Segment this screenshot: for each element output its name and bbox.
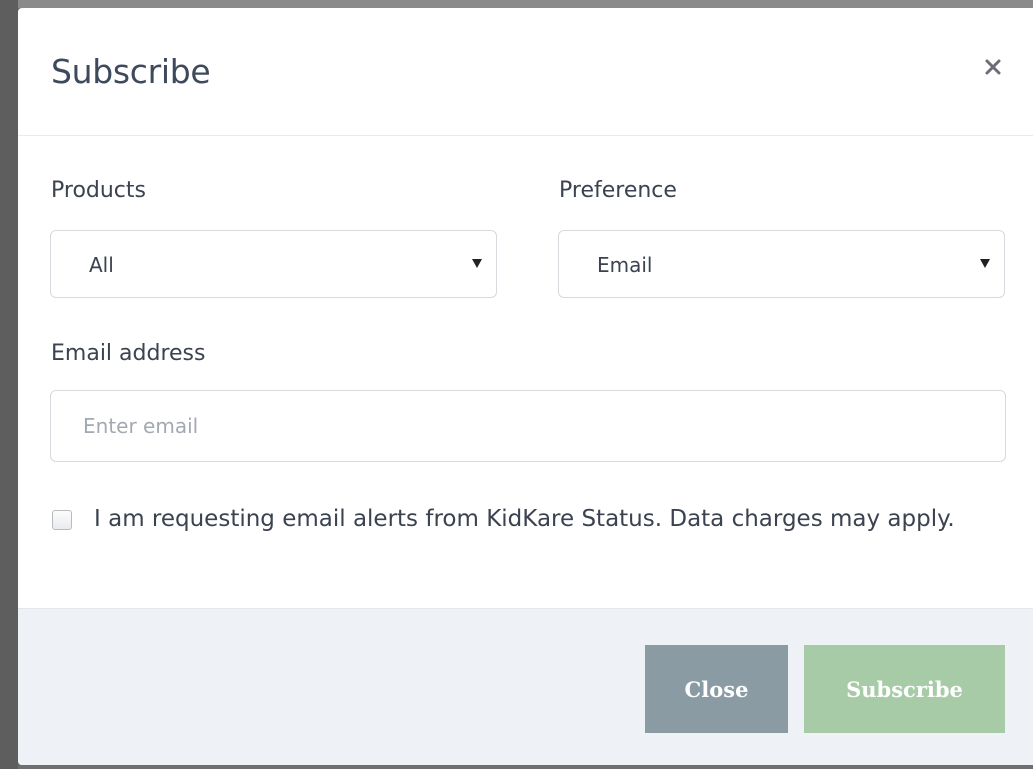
close-button[interactable]: Close — [645, 645, 788, 733]
close-icon[interactable] — [981, 55, 1005, 79]
subscribe-modal: Subscribe Products All Preference Email … — [18, 8, 1033, 765]
modal-title: Subscribe — [51, 52, 211, 91]
products-select[interactable]: All — [50, 230, 497, 298]
modal-footer: Close Subscribe — [18, 608, 1033, 765]
chevron-down-icon — [472, 259, 482, 268]
preference-select[interactable]: Email — [558, 230, 1005, 298]
consent-checkbox[interactable] — [52, 510, 72, 530]
chevron-down-icon — [980, 259, 990, 268]
subscribe-button[interactable]: Subscribe — [804, 645, 1005, 733]
page-backdrop-edge — [0, 0, 18, 769]
email-address-label: Email address — [51, 341, 206, 366]
preference-select-value: Email — [597, 253, 653, 277]
preference-label: Preference — [559, 178, 677, 203]
products-label: Products — [51, 178, 146, 203]
modal-header: Subscribe — [18, 8, 1033, 136]
page-backdrop — [0, 0, 1033, 8]
products-select-value: All — [89, 253, 114, 277]
email-input[interactable] — [50, 390, 1006, 462]
consent-text: I am requesting email alerts from KidKar… — [94, 506, 955, 532]
